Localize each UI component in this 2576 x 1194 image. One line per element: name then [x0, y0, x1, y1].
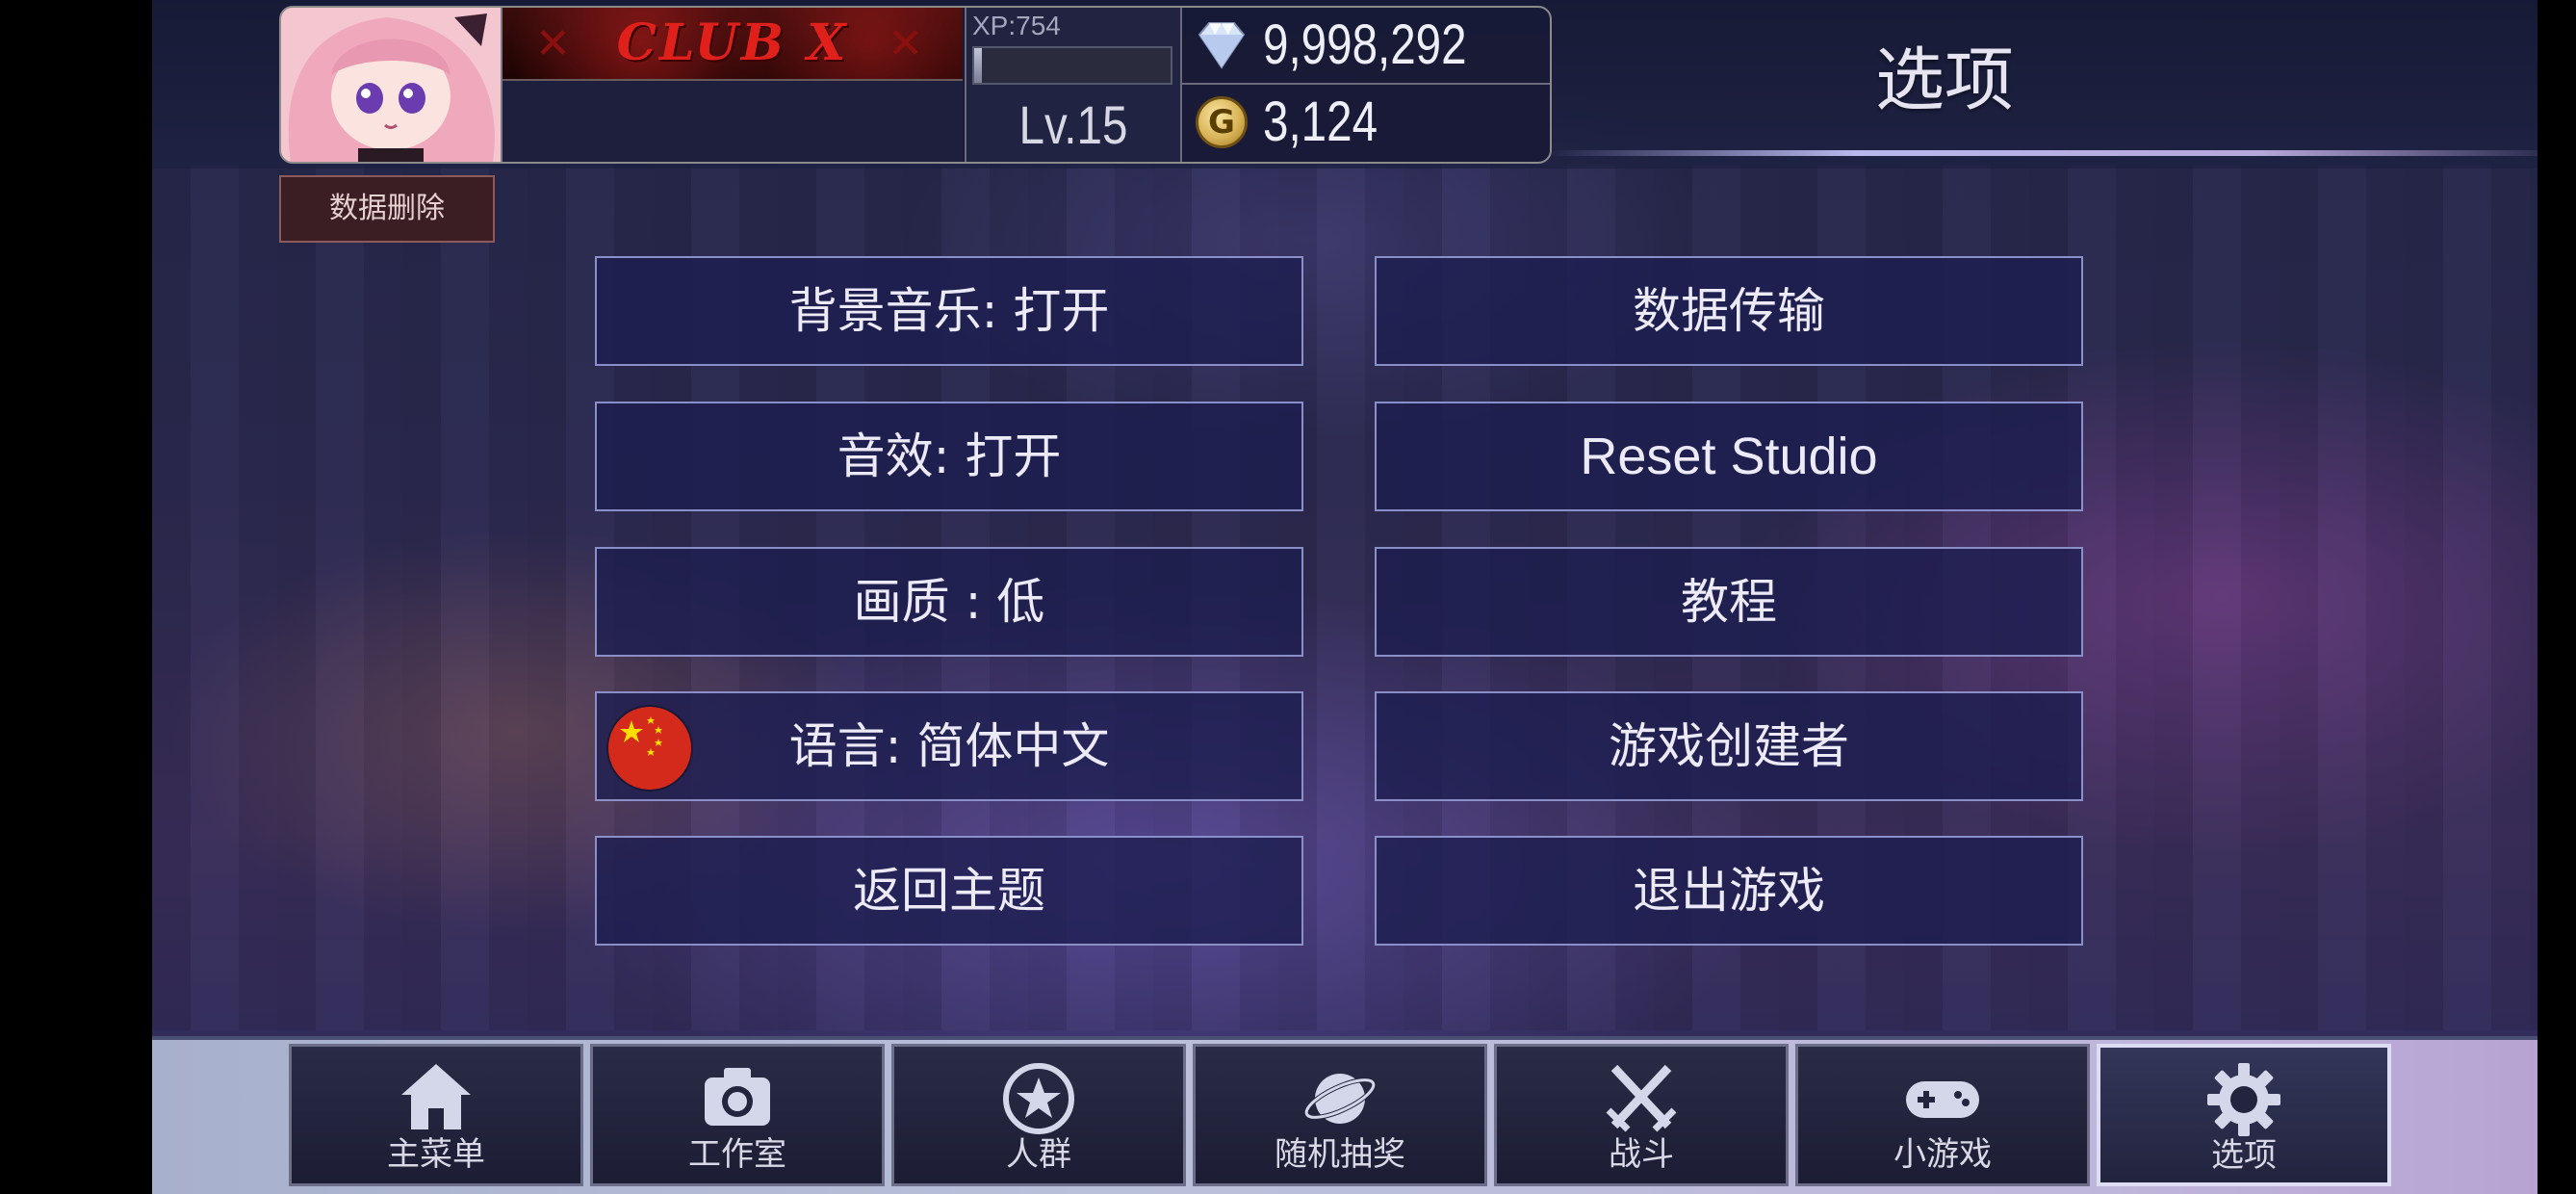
- game-creators-button[interactable]: 游戏创建者: [1375, 691, 2083, 801]
- nav-tab-battle[interactable]: 战斗: [1494, 1044, 1789, 1186]
- data-transfer-button[interactable]: 数据传输: [1375, 256, 2083, 366]
- page-title: 选项: [1874, 39, 2014, 120]
- gems-amount: 9,998,292: [1263, 13, 1467, 76]
- nav-tab-main-menu[interactable]: 主菜单: [289, 1044, 583, 1186]
- return-title-button[interactable]: 返回主题: [595, 836, 1303, 946]
- star-icon: [1003, 1063, 1074, 1134]
- camera-icon: [705, 1068, 770, 1126]
- tutorial-button[interactable]: 教程: [1375, 547, 2083, 657]
- club-banner: ✕ ✕ CLUB X: [502, 8, 963, 81]
- crossed-swords-icon: [1606, 1064, 1677, 1132]
- china-flag-icon: [608, 707, 691, 790]
- reset-studio-button[interactable]: Reset Studio: [1375, 402, 2083, 511]
- player-level: Lv.15: [1018, 94, 1128, 155]
- quality-button[interactable]: 画质 : 低: [595, 547, 1303, 657]
- xp-label: XP:754: [972, 11, 1061, 40]
- nav-tab-gacha[interactable]: 随机抽奖: [1193, 1044, 1487, 1186]
- gold-row[interactable]: G 3,124: [1182, 85, 1550, 160]
- language-button[interactable]: 语言: 简体中文: [595, 691, 1303, 801]
- gold-amount: 3,124: [1263, 91, 1378, 153]
- currency-panel: 9,998,292 G 3,124: [1182, 8, 1550, 162]
- player-avatar[interactable]: [281, 8, 502, 162]
- nav-tab-options[interactable]: 选项: [2097, 1044, 2391, 1186]
- nav-label: 小游戏: [1893, 1135, 1992, 1174]
- delete-data-button[interactable]: 数据删除: [279, 175, 495, 243]
- nav-label: 主菜单: [387, 1135, 485, 1174]
- gamepad-icon: [1906, 1081, 1979, 1118]
- nav-label: 战斗: [1609, 1135, 1674, 1174]
- planet-icon: [1303, 1074, 1377, 1124]
- nav-label: 随机抽奖: [1275, 1135, 1405, 1174]
- language-label: 语言: 简体中文: [788, 718, 1110, 774]
- nav-tab-studio[interactable]: 工作室: [590, 1044, 885, 1186]
- xp-progress-bar: [972, 46, 1172, 85]
- bgm-toggle-button[interactable]: 背景音乐: 打开: [595, 256, 1303, 366]
- title-underline: [1548, 150, 2537, 156]
- club-name: CLUB X: [616, 13, 849, 72]
- quit-game-button[interactable]: 退出游戏: [1375, 836, 2083, 946]
- nav-label: 工作室: [688, 1135, 786, 1174]
- background-crowd: [152, 164, 2537, 1030]
- profile-blank-area: [502, 81, 963, 162]
- profile-panel: ✕ ✕ CLUB X XP:754 Lv.15 9,998,292 G 3,12…: [279, 6, 1552, 164]
- nav-label: 选项: [2211, 1136, 2277, 1175]
- nav-label: 人群: [1006, 1135, 1071, 1174]
- xp-panel: XP:754 Lv.15: [965, 8, 1182, 162]
- gems-row[interactable]: 9,998,292: [1182, 8, 1550, 85]
- game-background: [152, 0, 2537, 1190]
- nav-tab-minigames[interactable]: 小游戏: [1795, 1044, 2090, 1186]
- nav-tab-crowd[interactable]: 人群: [891, 1044, 1186, 1186]
- diamond-icon: [1198, 22, 1246, 69]
- gear-icon: [2207, 1063, 2280, 1136]
- home-icon: [401, 1064, 471, 1129]
- xp-progress-fill: [974, 48, 983, 83]
- sfx-toggle-button[interactable]: 音效: 打开: [595, 402, 1303, 511]
- gold-coin-icon: G: [1196, 96, 1248, 148]
